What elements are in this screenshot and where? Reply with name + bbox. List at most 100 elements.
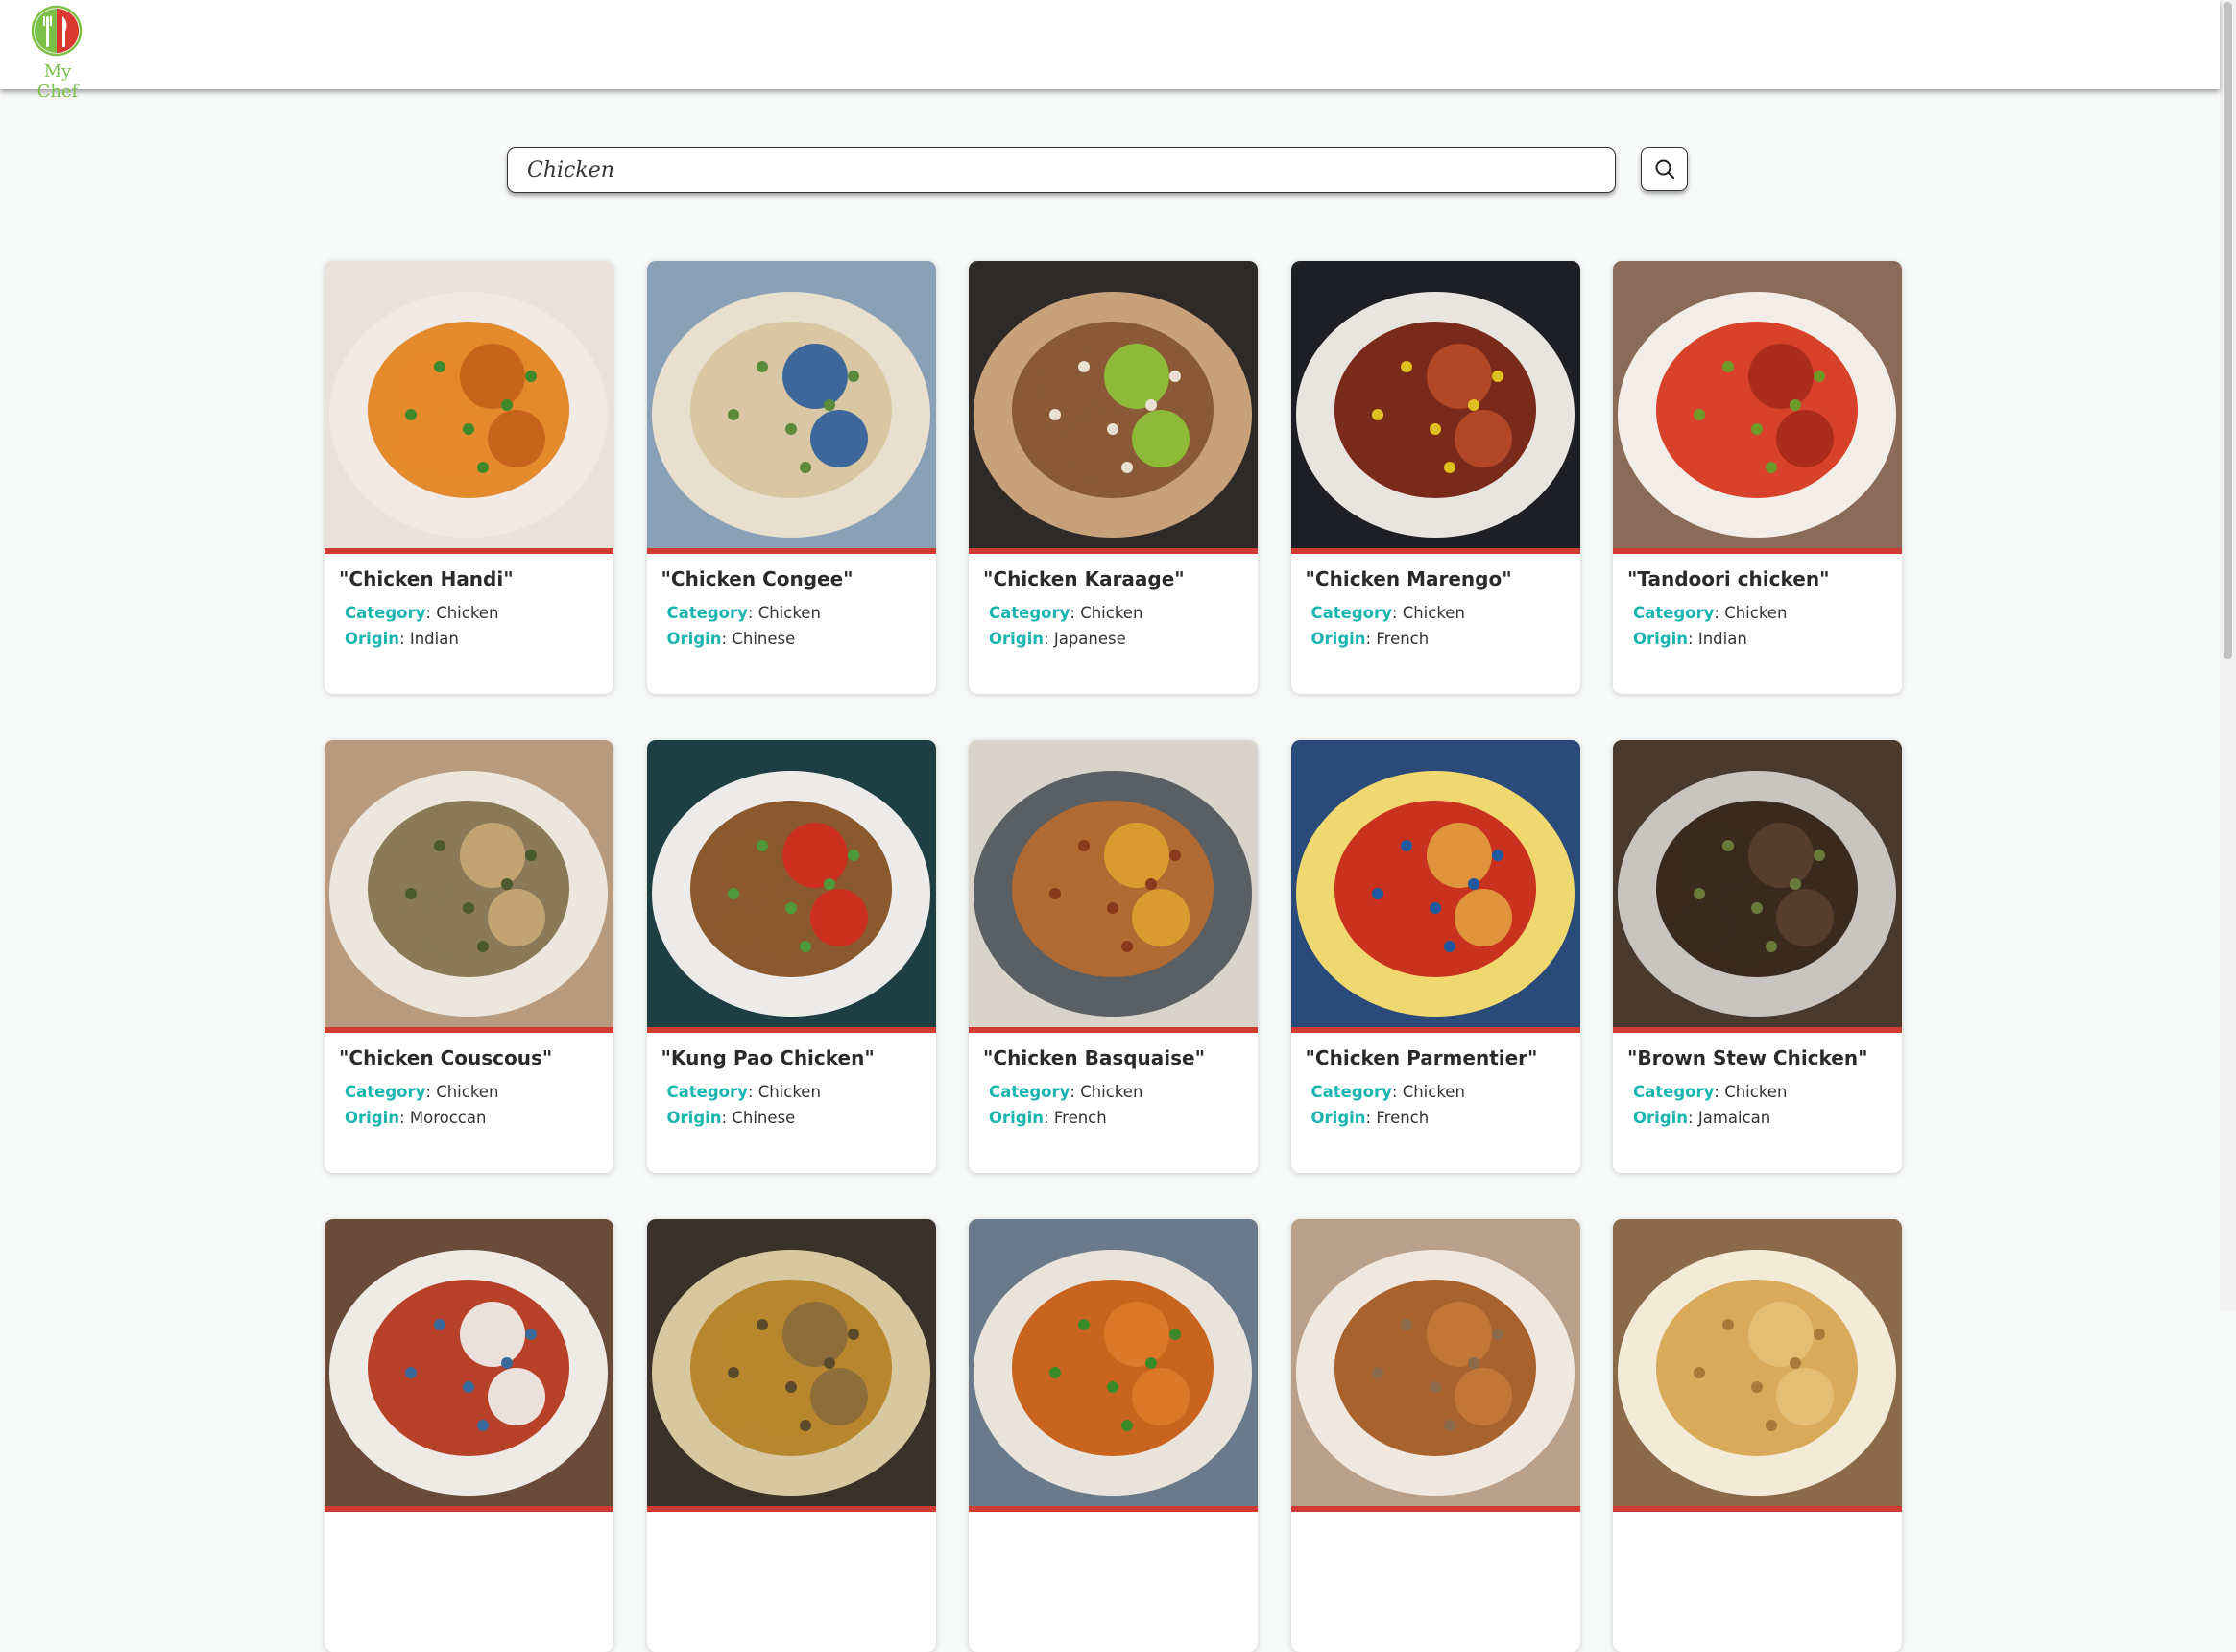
origin-row: Origin: Indian (345, 626, 613, 652)
origin-value: Indian (1697, 630, 1747, 648)
origin-row: Origin: Moroccan (345, 1105, 613, 1131)
recipe-card[interactable]: "Chicken Karaage" Category: Chicken Origin… (969, 261, 1258, 694)
card-accent-bar (646, 1506, 936, 1512)
category-row: Category: Chicken (1311, 600, 1580, 626)
recipe-card[interactable] (1290, 1219, 1580, 1652)
category-value: Chicken (1402, 604, 1465, 622)
recipe-card[interactable]: "Chicken Couscous" Category: Chicken Origi… (325, 740, 613, 1173)
recipe-card[interactable]: "Kung Pao Chicken" Category: Chicken Origi… (646, 740, 936, 1173)
recipe-title[interactable]: "Chicken Marengo" (1306, 567, 1580, 590)
origin-colon: : (721, 630, 733, 648)
recipe-card[interactable]: "Chicken Handi" Category: Chicken Origin: … (325, 261, 613, 694)
category-colon: : (1070, 604, 1081, 622)
logo[interactable]: My Chef (26, 5, 89, 102)
recipe-photo[interactable] (325, 261, 613, 548)
origin-label: Origin (666, 1109, 722, 1127)
recipe-photo[interactable] (646, 261, 936, 548)
recipe-card[interactable]: "Chicken Marengo" Category: Chicken Origin… (1290, 261, 1580, 694)
recipe-title[interactable]: "Chicken Congee" (661, 567, 936, 590)
recipe-photo[interactable] (969, 740, 1258, 1027)
recipe-title[interactable]: "Chicken Parmentier" (1306, 1046, 1580, 1069)
recipe-photo[interactable] (325, 1219, 613, 1506)
scrollbar-thumb[interactable] (2224, 2, 2232, 659)
origin-colon: : (399, 1109, 410, 1127)
origin-value: French (1376, 630, 1430, 648)
search-input[interactable] (507, 147, 1616, 193)
recipe-meta: Category: Chicken Origin: French (989, 1079, 1258, 1131)
recipe-meta: Category: Chicken Origin: Chinese (667, 600, 936, 652)
card-accent-bar (1613, 1506, 1902, 1512)
recipe-title[interactable]: "Tandoori chicken" (1627, 567, 1902, 590)
category-value: Chicken (757, 604, 821, 622)
category-label: Category (345, 1083, 426, 1101)
recipe-photo[interactable] (969, 261, 1258, 548)
search-button[interactable] (1641, 147, 1688, 191)
recipe-photo[interactable] (1290, 261, 1580, 548)
recipe-photo[interactable] (646, 1219, 936, 1506)
origin-label: Origin (1633, 1109, 1689, 1127)
card-accent-bar (646, 548, 936, 554)
food-photo-icon (325, 740, 613, 1027)
card-accent-bar (325, 1027, 613, 1033)
recipe-card[interactable] (646, 1219, 936, 1652)
category-label: Category (666, 1083, 748, 1101)
category-value: Chicken (757, 1083, 821, 1101)
category-colon: : (747, 1083, 758, 1101)
recipe-photo[interactable] (1613, 740, 1902, 1027)
recipe-photo[interactable] (1290, 1219, 1580, 1506)
card-accent-bar (1290, 1027, 1580, 1033)
recipe-card[interactable]: "Tandoori chicken" Category: Chicken Origi… (1613, 261, 1902, 694)
recipe-grid: "Chicken Handi" Category: Chicken Origin: … (325, 261, 1902, 1652)
recipe-meta: Category: Chicken Origin: French (1311, 1079, 1580, 1131)
page-scrollbar[interactable] (2220, 0, 2236, 1310)
recipe-photo[interactable] (325, 740, 613, 1027)
origin-label: Origin (345, 630, 400, 648)
card-accent-bar (325, 548, 613, 554)
recipe-card[interactable] (969, 1219, 1258, 1652)
food-photo-icon (1613, 261, 1902, 548)
recipe-card[interactable] (325, 1219, 613, 1652)
recipe-title[interactable]: "Chicken Karaage" (983, 567, 1258, 590)
recipe-meta: Category: Chicken Origin: Indian (345, 600, 613, 652)
card-accent-bar (1613, 1027, 1902, 1033)
card-accent-bar (1290, 1506, 1580, 1512)
origin-colon: : (1688, 630, 1698, 648)
food-photo-icon (646, 740, 936, 1027)
card-accent-bar (969, 1027, 1258, 1033)
recipe-title[interactable]: "Brown Stew Chicken" (1627, 1046, 1902, 1069)
recipe-photo[interactable] (969, 1219, 1258, 1506)
card-accent-bar (1613, 548, 1902, 554)
recipe-card[interactable]: "Chicken Congee" Category: Chicken Origin:… (646, 261, 936, 694)
recipe-card[interactable]: "Chicken Parmentier" Category: Chicken Ori… (1290, 740, 1580, 1173)
food-photo-icon (325, 1219, 613, 1506)
category-row: Category: Chicken (989, 1079, 1258, 1105)
recipe-card[interactable]: "Chicken Basquaise" Category: Chicken Orig… (969, 740, 1258, 1173)
recipe-photo[interactable] (1290, 740, 1580, 1027)
recipe-meta: Category: Chicken Origin: Indian (1633, 600, 1902, 652)
food-photo-icon (646, 1219, 936, 1506)
recipe-title[interactable]: "Chicken Couscous" (339, 1046, 613, 1069)
food-photo-icon (1290, 740, 1580, 1027)
recipe-meta: Category: Chicken Origin: Chinese (667, 1079, 936, 1131)
recipe-photo[interactable] (646, 740, 936, 1027)
origin-value: French (1053, 1109, 1107, 1127)
recipe-title[interactable]: "Chicken Handi" (339, 567, 613, 590)
recipe-photo[interactable] (1613, 1219, 1902, 1506)
category-row: Category: Chicken (345, 1079, 613, 1105)
origin-row: Origin: French (1311, 1105, 1580, 1131)
category-colon: : (747, 604, 758, 622)
food-photo-icon (646, 261, 936, 548)
category-label: Category (989, 1083, 1070, 1101)
category-value: Chicken (1724, 604, 1788, 622)
recipe-card[interactable] (1613, 1219, 1902, 1652)
category-colon: : (1391, 1083, 1403, 1101)
recipe-card[interactable]: "Brown Stew Chicken" Category: Chicken Ori… (1613, 740, 1902, 1173)
recipe-photo[interactable] (1613, 261, 1902, 548)
category-row: Category: Chicken (1633, 1079, 1902, 1105)
food-photo-icon (969, 740, 1258, 1027)
recipe-title[interactable]: "Kung Pao Chicken" (661, 1046, 936, 1069)
origin-label: Origin (666, 630, 722, 648)
recipe-title[interactable]: "Chicken Basquaise" (983, 1046, 1258, 1069)
origin-colon: : (721, 1109, 733, 1127)
origin-label: Origin (1310, 1109, 1366, 1127)
